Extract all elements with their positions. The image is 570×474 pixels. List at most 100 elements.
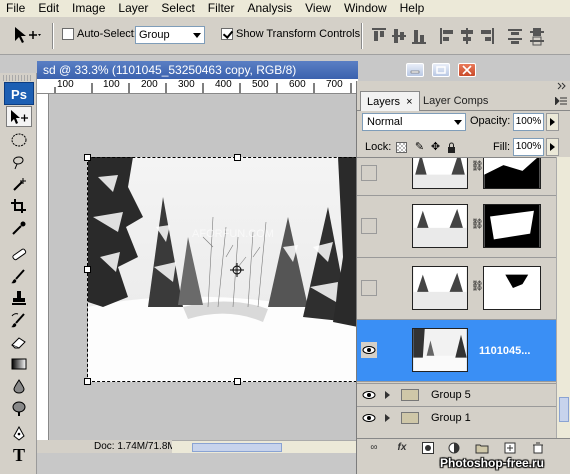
tool-preset-picker[interactable] xyxy=(10,24,44,46)
auto-select-value: Group xyxy=(139,29,170,41)
lock-pixels-icon[interactable]: ✎ xyxy=(414,142,425,153)
eyedropper-tool[interactable] xyxy=(6,217,32,238)
visibility-toggle[interactable] xyxy=(361,218,377,234)
fx-icon[interactable]: fx xyxy=(395,442,409,454)
chain-link-icon[interactable]: ⛓ xyxy=(471,280,484,294)
history-brush-tool[interactable] xyxy=(6,309,32,330)
panel-menu-icon[interactable] xyxy=(555,97,567,105)
scroll-thumb[interactable] xyxy=(192,443,282,452)
document-title-bar[interactable]: sd @ 33.3% (1101045_53250463 copy, RGB/8… xyxy=(37,61,358,79)
menu-filter[interactable]: Filter xyxy=(202,0,242,17)
transform-center-icon[interactable] xyxy=(229,262,245,278)
opacity-slider-button[interactable] xyxy=(546,113,559,131)
crop-tool[interactable] xyxy=(6,195,32,216)
eraser-tool[interactable] xyxy=(6,331,32,352)
distribute-vcenter-icon xyxy=(530,28,544,46)
transform-handle[interactable] xyxy=(234,378,241,385)
scroll-thumb[interactable] xyxy=(559,397,569,422)
tab-layers[interactable]: Layers × xyxy=(360,91,420,111)
lasso-tool[interactable] xyxy=(6,151,32,172)
panel-header[interactable] xyxy=(357,81,570,91)
auto-select-checkbox[interactable] xyxy=(62,28,74,40)
panel-grip[interactable] xyxy=(3,75,33,81)
chain-link-icon[interactable]: ⛓ xyxy=(471,160,484,174)
healing-tool[interactable] xyxy=(6,243,32,264)
pen-tool[interactable] xyxy=(6,423,32,444)
layer-row[interactable]: ⛓ xyxy=(357,158,556,196)
new-layer-icon[interactable] xyxy=(503,442,517,454)
maximize-button[interactable] xyxy=(432,63,450,77)
collapse-icon[interactable] xyxy=(557,82,567,90)
layer-name[interactable]: 1101045... xyxy=(479,345,530,357)
close-button[interactable] xyxy=(458,63,476,77)
blend-mode-dropdown[interactable]: Normal xyxy=(362,113,466,131)
mask-icon[interactable] xyxy=(421,442,435,454)
marquee-tool[interactable] xyxy=(6,129,32,150)
eyedropper-icon xyxy=(12,221,26,235)
menu-view[interactable]: View xyxy=(299,0,338,17)
adjustment-icon[interactable] xyxy=(447,442,461,454)
minimize-button[interactable] xyxy=(406,63,424,77)
magic-wand-tool[interactable] xyxy=(6,173,32,194)
tab-label: Layers xyxy=(367,96,401,108)
fill-input[interactable]: 100% xyxy=(513,138,544,156)
transform-handle[interactable] xyxy=(84,378,91,385)
horizontal-scrollbar[interactable] xyxy=(172,440,358,453)
layer-row[interactable]: ⛓ xyxy=(357,258,556,320)
expand-triangle-icon[interactable] xyxy=(385,391,390,399)
lock-label: Lock: xyxy=(365,141,392,153)
menu-analysis[interactable]: Analysis xyxy=(241,0,299,17)
eye-icon[interactable] xyxy=(361,387,377,403)
menu-file[interactable]: File xyxy=(0,0,32,17)
type-tool[interactable]: T xyxy=(6,445,32,466)
eye-icon[interactable] xyxy=(361,410,377,426)
lock-all-icon[interactable] xyxy=(446,142,457,153)
layer-row[interactable]: ⛓ xyxy=(357,196,556,258)
ps-logo[interactable]: Ps xyxy=(4,82,34,105)
group-name[interactable]: Group 5 xyxy=(431,389,471,401)
transform-handle[interactable] xyxy=(84,154,91,161)
layer-group-row[interactable]: Group 1 xyxy=(357,406,556,429)
expand-triangle-icon[interactable] xyxy=(385,414,390,422)
layer-row-selected[interactable]: 1101045... xyxy=(357,320,556,382)
auto-select-dropdown[interactable]: Group xyxy=(135,26,205,44)
close-tab-icon[interactable]: × xyxy=(406,96,412,108)
trash-icon[interactable] xyxy=(531,442,545,454)
show-transform-checkbox[interactable] xyxy=(221,28,233,40)
fill-slider-button[interactable] xyxy=(546,138,559,156)
menu-select[interactable]: Select xyxy=(155,0,201,17)
link-icon[interactable]: ∞ xyxy=(367,442,381,454)
move-tool[interactable] xyxy=(6,106,32,127)
brush-tool[interactable] xyxy=(6,265,32,286)
ruler-label: 700 xyxy=(326,79,343,90)
tab-layer-comps[interactable]: Layer Comps xyxy=(417,91,494,111)
chain-link-icon[interactable]: ⛓ xyxy=(471,218,484,232)
menu-edit[interactable]: Edit xyxy=(32,0,66,17)
gradient-tool[interactable] xyxy=(6,353,32,374)
lock-position-icon[interactable]: ✥ xyxy=(430,142,441,153)
menu-window[interactable]: Window xyxy=(338,0,394,17)
folder-icon[interactable] xyxy=(475,442,489,454)
transform-handle[interactable] xyxy=(84,266,91,273)
mask-glyph xyxy=(422,442,434,454)
dodge-tool[interactable] xyxy=(6,397,32,418)
visibility-toggle[interactable] xyxy=(361,280,377,296)
group-name[interactable]: Group 1 xyxy=(431,412,471,424)
menu-image[interactable]: Image xyxy=(66,0,112,17)
clone-stamp-tool[interactable] xyxy=(6,287,32,308)
visibility-toggle[interactable] xyxy=(361,165,377,181)
opacity-input[interactable]: 100% xyxy=(513,113,544,131)
menu-help[interactable]: Help xyxy=(394,0,432,17)
layers-scrollbar[interactable] xyxy=(556,157,570,438)
transform-handle[interactable] xyxy=(234,154,241,161)
ruler-label: 600 xyxy=(289,79,306,90)
document-size: Doc: 1.74M/71.8M xyxy=(94,441,176,452)
eye-icon[interactable] xyxy=(361,342,377,358)
lock-transparency-icon[interactable] xyxy=(396,142,407,153)
new-layer-glyph xyxy=(504,442,516,454)
blur-tool[interactable] xyxy=(6,375,32,396)
ruler-label: 500 xyxy=(252,79,269,90)
layer-group-row[interactable]: Group 5 xyxy=(357,383,556,406)
drop-icon xyxy=(13,378,25,393)
menu-layer[interactable]: Layer xyxy=(112,0,155,17)
